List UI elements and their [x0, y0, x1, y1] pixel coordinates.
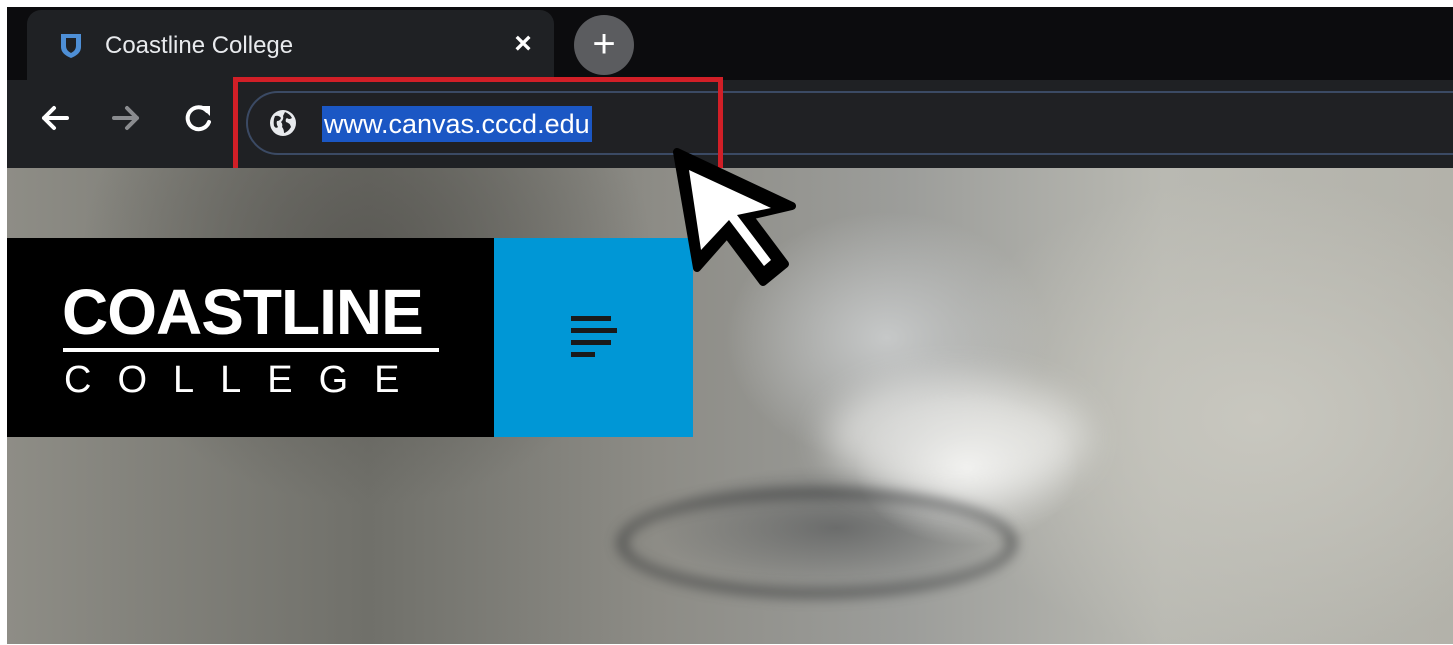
- arrow-right-icon[interactable]: [106, 98, 146, 138]
- logo-wordmark-top: COASTLINE: [62, 276, 424, 348]
- reload-icon[interactable]: [178, 98, 218, 138]
- shield-icon: [59, 33, 83, 59]
- close-tab-icon[interactable]: ×: [507, 28, 539, 60]
- page-hero: COASTLINE COLLEGE: [7, 168, 1453, 644]
- globe-icon: [268, 108, 298, 138]
- coastline-college-logo[interactable]: COASTLINE COLLEGE: [7, 238, 494, 437]
- arrow-left-icon[interactable]: [35, 98, 75, 138]
- browser-toolbar: www.canvas.cccd.edu: [7, 80, 1453, 168]
- url-text[interactable]: www.canvas.cccd.edu: [322, 106, 592, 142]
- logo-divider: [63, 348, 439, 352]
- hamburger-menu-icon: [571, 316, 617, 358]
- background-blur: [617, 488, 1017, 598]
- address-bar[interactable]: www.canvas.cccd.edu: [246, 91, 1453, 155]
- logo-wordmark-bottom: COLLEGE: [64, 359, 426, 401]
- tab-title: Coastline College: [105, 32, 294, 59]
- browser-window: Coastline College × + www.canvas.cccd.ed…: [7, 7, 1453, 644]
- background-blur: [827, 378, 1087, 498]
- tab-coastline-college[interactable]: Coastline College ×: [27, 10, 554, 80]
- tab-strip: Coastline College × +: [7, 7, 1453, 80]
- new-tab-button[interactable]: +: [574, 15, 634, 75]
- menu-button[interactable]: [494, 238, 693, 437]
